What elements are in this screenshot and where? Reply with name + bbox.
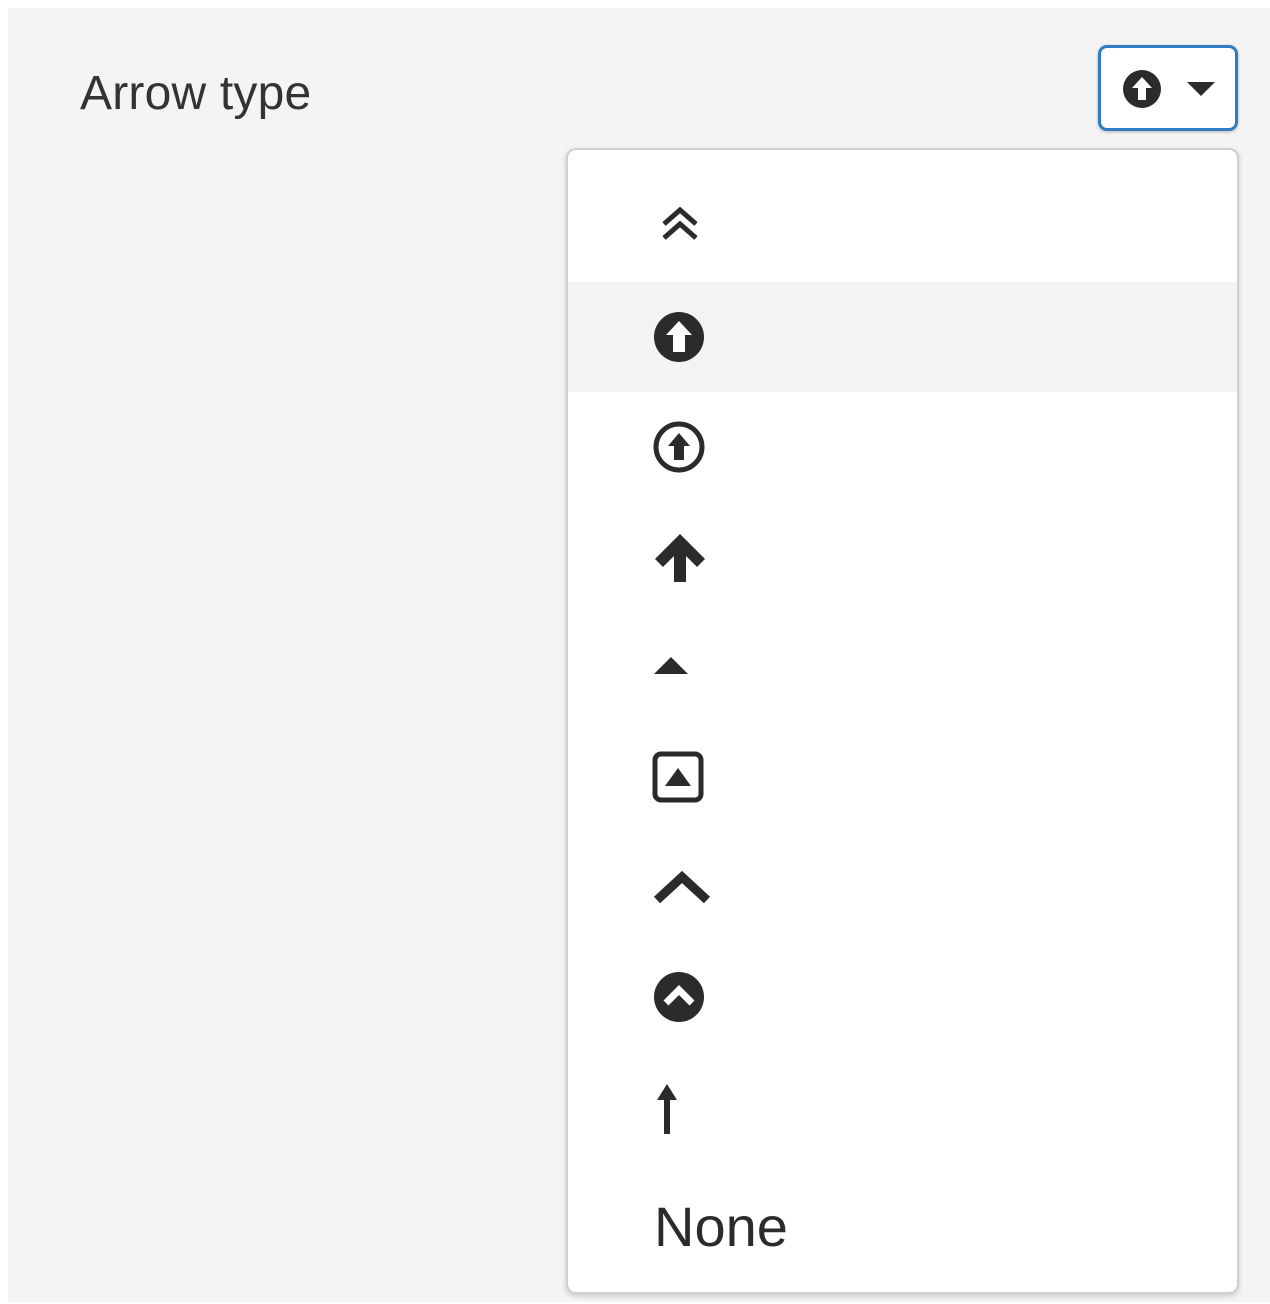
option-long-arrow-up[interactable]: [568, 1052, 1237, 1162]
option-none[interactable]: None: [568, 1162, 1237, 1272]
option-chevron-up[interactable]: [568, 832, 1237, 942]
bold-arrow-up-icon: [655, 534, 705, 582]
circle-arrow-up-outline-icon: [653, 421, 705, 473]
caret-up-icon: [654, 657, 688, 674]
option-double-chevron-up[interactable]: [568, 172, 1237, 282]
arrow-type-dropdown-menu: None: [566, 148, 1239, 1294]
arrow-type-label: Arrow type: [80, 67, 312, 120]
circle-arrow-up-filled-icon: [654, 312, 704, 362]
long-arrow-up-icon: [657, 1084, 677, 1134]
option-circle-arrow-up-outline[interactable]: [568, 392, 1237, 502]
option-caret-up[interactable]: [568, 612, 1237, 722]
square-caret-up-icon: [652, 751, 704, 803]
chevron-up-icon: [653, 870, 711, 904]
option-circle-chevron-up[interactable]: [568, 942, 1237, 1052]
option-bold-arrow-up[interactable]: [568, 502, 1237, 612]
double-chevron-up-icon: [662, 206, 698, 240]
circle-chevron-up-icon: [654, 972, 704, 1022]
chevron-down-icon: [1187, 82, 1215, 96]
circle-arrow-up-filled-icon: [1123, 70, 1161, 108]
option-square-caret-up[interactable]: [568, 722, 1237, 832]
option-none-label: None: [654, 1195, 788, 1258]
option-circle-arrow-up-filled[interactable]: [568, 282, 1237, 392]
arrow-type-dropdown-button[interactable]: [1098, 45, 1238, 131]
arrow-type-setting-panel: Arrow type None: [8, 8, 1270, 1302]
